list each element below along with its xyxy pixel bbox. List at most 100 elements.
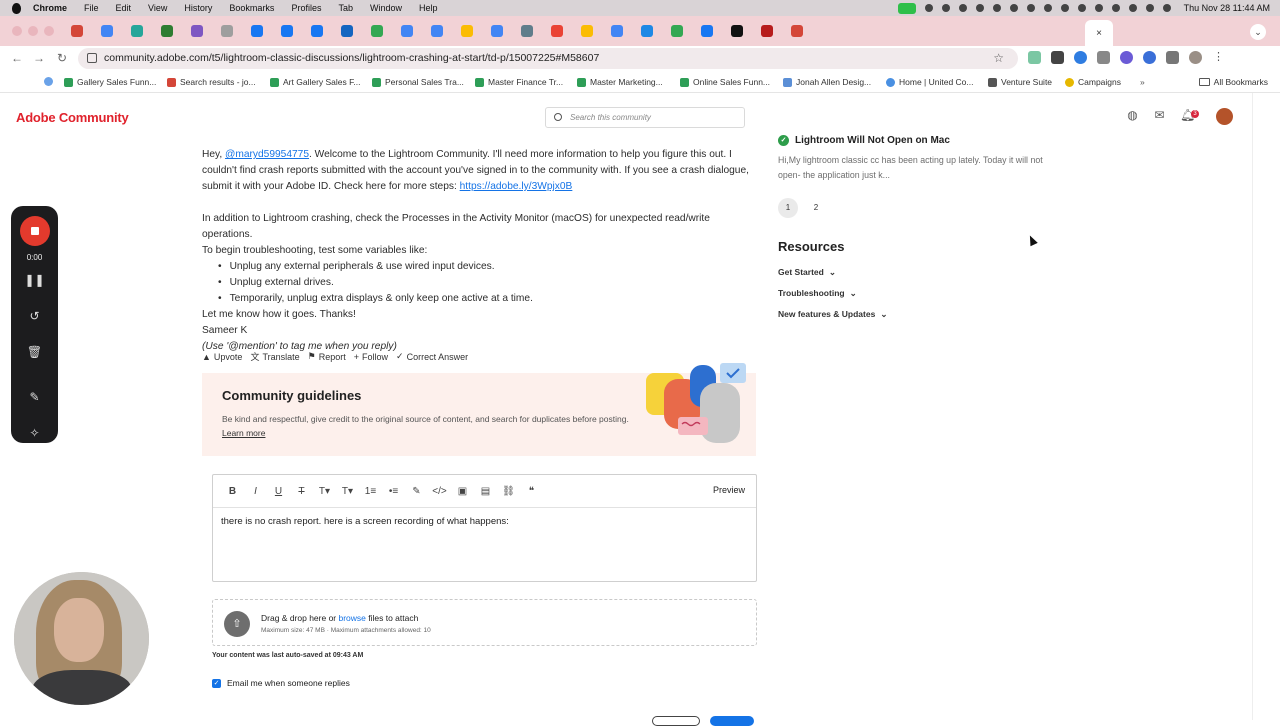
menu-app[interactable]: Chrome [33,3,67,13]
pinned-tab[interactable] [782,23,812,39]
apple-icon[interactable] [12,2,21,14]
pinned-tab[interactable] [572,23,602,39]
upvote-button[interactable]: ▲ Upvote [202,352,242,362]
underline-button[interactable]: U [267,486,290,497]
extension-icon[interactable] [1051,51,1064,64]
zoom-window-icon[interactable] [44,26,54,36]
status-icon[interactable] [941,4,950,12]
bookmark-item[interactable]: Art Gallery Sales F... [270,77,360,87]
email-replies-option[interactable]: ✓ Email me when someone replies [212,678,350,688]
tab-search-icon[interactable]: ⌄ [1250,24,1266,40]
bullet-list-button[interactable]: •≡ [382,486,405,497]
reply-button[interactable] [710,716,754,726]
extension-icon[interactable] [1143,51,1156,64]
more-menu-icon[interactable]: ⋮ [1212,51,1225,64]
related-post[interactable]: ✓ Lightroom Will Not Open on Mac [778,135,950,146]
menu-file[interactable]: File [84,3,99,13]
editor-textarea[interactable]: there is no crash report. here is a scre… [221,516,509,527]
pinned-tab[interactable] [602,23,632,39]
bookmark-item[interactable]: Home | United Co... [886,77,974,87]
pinned-tab[interactable] [242,23,272,39]
community-search-input[interactable]: Search this community [545,107,745,128]
close-tab-icon[interactable]: × [1096,28,1102,39]
menu-edit[interactable]: Edit [116,3,132,13]
bookmark-item[interactable]: Master Finance Tr... [475,77,563,87]
status-icon[interactable] [975,4,984,12]
pinned-tab[interactable] [362,23,392,39]
pinned-tab[interactable] [212,23,242,39]
attachment-dropzone[interactable]: ⇧ Drag & drop here or browse files to at… [212,599,757,646]
menubar-clock[interactable]: Thu Nov 28 11:44 AM [1184,3,1270,13]
italic-button[interactable]: I [244,486,267,497]
pinned-tab[interactable] [722,23,752,39]
numbered-list-button[interactable]: 1≡ [359,486,382,497]
site-info-icon[interactable] [87,53,97,63]
extension-icon[interactable] [1120,51,1133,64]
correct-answer-button[interactable]: ✓ Correct Answer [396,351,468,362]
pinned-tab[interactable] [482,23,512,39]
bookmark-item[interactable]: Master Marketing... [577,77,663,87]
pinned-tab[interactable] [662,23,692,39]
bold-button[interactable]: B [221,486,244,497]
wifi-icon[interactable] [1128,4,1137,12]
address-bar[interactable]: community.adobe.com/t5/lightroom-classic… [78,48,1018,69]
mail-icon[interactable]: ✉ [1153,109,1166,121]
bookmark-item[interactable]: Gallery Sales Funn... [64,77,156,87]
email-replies-checkbox[interactable]: ✓ [212,678,221,688]
extension-icon[interactable] [1074,51,1087,64]
page-1[interactable]: 1 [778,198,798,218]
avatar[interactable] [1216,108,1233,125]
restart-icon[interactable]: ↺ [11,309,58,323]
resource-troubleshooting[interactable]: Troubleshooting ⌄ [778,288,857,299]
minimize-window-icon[interactable] [28,26,38,36]
status-icon[interactable] [958,4,967,12]
extension-icon[interactable] [1097,51,1110,64]
mention-link[interactable]: @maryd59954775 [225,149,309,160]
pinned-tab[interactable] [272,23,302,39]
page-2[interactable]: 2 [806,198,826,218]
stop-recording-button[interactable] [20,216,50,246]
video-button[interactable]: ▤ [474,486,497,497]
pen-icon[interactable]: ✎ [11,390,58,404]
pinned-tab[interactable] [752,23,782,39]
status-icon[interactable] [1009,4,1018,12]
bookmark-item[interactable]: Search results - jo... [167,77,256,87]
extension-icon[interactable] [1028,51,1041,64]
browse-link[interactable]: browse [338,613,365,623]
pause-icon[interactable]: ❚❚ [11,273,58,287]
pinned-tab[interactable] [632,23,662,39]
link-button[interactable]: ⛓ [497,486,520,497]
translate-button[interactable]: 文 Translate [250,350,299,363]
text-style-button[interactable]: T▾ [336,486,359,497]
adobe-community-logo[interactable]: Adobe Community [16,110,129,125]
forward-icon[interactable]: → [33,51,45,65]
related-post-title[interactable]: Lightroom Will Not Open on Mac [795,135,950,146]
globe-icon[interactable]: ◍ [1126,109,1139,121]
page-scrollbar[interactable] [1252,93,1280,720]
pinned-tab[interactable] [452,23,482,39]
pinned-tab[interactable] [542,23,572,39]
learn-more-link[interactable]: Learn more [222,428,265,438]
menu-window[interactable]: Window [370,3,402,13]
profile-icon[interactable] [1189,51,1202,64]
strikethrough-button[interactable]: T [290,486,313,497]
control-center-icon[interactable] [1162,4,1171,12]
status-icon[interactable] [1077,4,1086,12]
bookmarks-overflow-icon[interactable]: » [1140,77,1145,87]
menu-tab[interactable]: Tab [338,3,353,13]
back-icon[interactable]: ← [11,51,23,65]
help-link[interactable]: https://adobe.ly/3Wpjx0B [460,181,573,192]
status-icon[interactable] [1060,4,1069,12]
status-icon[interactable] [1111,4,1120,12]
pinned-tab[interactable] [182,23,212,39]
follow-button[interactable]: + Follow [354,352,388,362]
pinned-tab[interactable] [302,23,332,39]
status-icon[interactable] [924,4,933,12]
cancel-button[interactable] [652,716,700,726]
status-icon[interactable] [992,4,1001,12]
effects-icon[interactable]: ✧ [11,426,58,440]
menu-history[interactable]: History [184,3,212,13]
resource-get-started[interactable]: Get Started ⌄ [778,267,836,278]
quote-button[interactable]: ❝ [520,486,543,497]
spellcheck-button[interactable]: ✎ [405,486,428,497]
